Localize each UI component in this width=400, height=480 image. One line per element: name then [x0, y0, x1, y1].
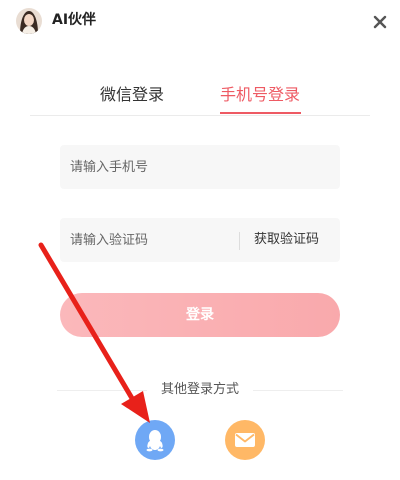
close-button[interactable] — [368, 10, 392, 34]
qq-penguin-icon — [146, 430, 164, 452]
code-field: 获取验证码 — [60, 218, 340, 262]
qq-login-button[interactable] — [135, 420, 175, 460]
login-tabs: 微信登录 手机号登录 — [30, 78, 370, 116]
active-tab-indicator — [220, 112, 301, 114]
email-login-button[interactable] — [225, 420, 265, 460]
close-icon — [373, 15, 387, 29]
phone-input[interactable] — [70, 145, 330, 189]
phone-field — [60, 145, 340, 189]
login-button[interactable]: 登录 — [60, 293, 340, 337]
other-login-title: 其他登录方式 — [160, 382, 239, 397]
tab-phone-login[interactable]: 手机号登录 — [220, 84, 300, 106]
user-avatar-icon — [16, 8, 42, 34]
envelope-icon — [235, 433, 255, 447]
code-divider — [239, 232, 240, 250]
tab-wechat-login[interactable]: 微信登录 — [100, 84, 164, 106]
get-code-button[interactable]: 获取验证码 — [254, 218, 319, 262]
app-title: AI伙伴 — [52, 12, 97, 28]
login-dialog: AI伙伴 微信登录 手机号登录 获取验证码 登录 其他登录方式 — [0, 0, 400, 480]
code-input[interactable] — [70, 218, 235, 262]
